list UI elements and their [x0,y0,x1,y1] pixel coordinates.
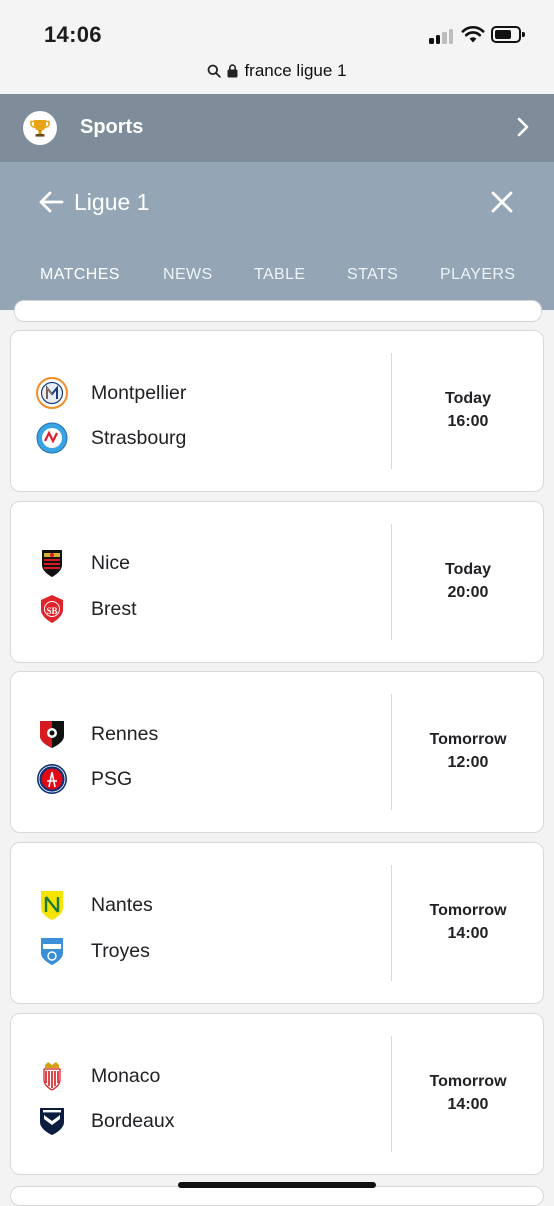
team-name: Nantes [91,893,153,916]
sports-bar[interactable]: Sports [0,94,554,162]
team-name: PSG [91,767,133,790]
match-time: Tomorrow 14:00 [393,1070,543,1116]
match-time: Today 20:00 [393,558,543,604]
team-name: Montpellier [91,381,187,404]
match-day: Today [445,561,491,578]
status-time: 14:06 [44,22,102,47]
league-title: Ligue 1 [74,189,150,215]
troyes-logo-icon [35,934,69,968]
team-name: Bordeaux [91,1109,175,1132]
match-kickoff: 12:00 [447,754,489,771]
card-divider [391,524,392,640]
previous-match-card[interactable] [14,300,542,322]
away-team: PSG [35,761,375,797]
home-team: Nice [35,545,375,581]
card-divider [391,353,392,469]
svg-text:SB: SB [46,606,57,616]
home-indicator[interactable] [178,1182,376,1188]
team-name: Brest [91,597,137,620]
home-team: Rennes [35,716,375,752]
away-team: Strasbourg [35,420,375,456]
home-team: Montpellier [35,375,375,411]
home-team: Nantes [35,887,375,923]
nantes-logo-icon [35,888,69,922]
match-card[interactable]: Nice SB Brest Today 20:00 [10,501,544,663]
card-divider [391,1036,392,1152]
psg-logo-icon [35,762,69,796]
match-kickoff: 20:00 [447,584,489,601]
team-name: Monaco [91,1064,161,1087]
wifi-icon [461,25,485,43]
match-kickoff: 14:00 [447,1096,489,1113]
strasbourg-logo-icon [35,421,69,455]
team-name: Nice [91,551,131,574]
tab-matches[interactable]: MATCHES [40,266,120,284]
trophy-icon [23,111,57,145]
match-card[interactable]: Rennes PSG Tomorrow 12:00 [10,671,544,833]
card-divider [391,865,392,981]
match-card[interactable]: Montpellier Strasbourg Today 16:00 [10,330,544,492]
tab-news[interactable]: NEWS [163,266,213,284]
sports-title: Sports [80,116,144,138]
league-header: Ligue 1 MATCHES NEWS TABLE STATS PLAYERS [0,162,554,310]
match-card[interactable]: Nantes Troyes Tomorrow 14:00 [10,842,544,1004]
match-day: Tomorrow [429,1073,507,1090]
monaco-logo-icon [35,1059,69,1093]
chevron-right-icon[interactable] [516,116,530,138]
battery-icon [491,26,525,43]
url-text: france ligue 1 [244,61,347,80]
match-kickoff: 14:00 [447,925,489,942]
match-time: Today 16:00 [393,387,543,433]
team-name: Strasbourg [91,426,187,449]
back-arrow-icon[interactable] [38,190,64,214]
tab-table[interactable]: TABLE [254,266,306,284]
match-time: Tomorrow 12:00 [393,728,543,774]
match-day: Tomorrow [429,731,507,748]
tab-stats[interactable]: STATS [347,266,398,284]
match-card[interactable]: Monaco Bordeaux Tomorrow 14:00 [10,1013,544,1175]
bordeaux-logo-icon [35,1104,69,1138]
home-team: Monaco [35,1058,375,1094]
cellular-signal-icon [429,28,455,44]
url-bar[interactable]: france ligue 1 [0,58,554,94]
match-day: Tomorrow [429,902,507,919]
rennes-logo-icon [35,717,69,751]
montpellier-logo-icon [35,376,69,410]
nice-logo-icon [35,546,69,580]
team-name: Rennes [91,722,159,745]
away-team: SB Brest [35,591,375,627]
away-team: Bordeaux [35,1103,375,1139]
match-time: Tomorrow 14:00 [393,899,543,945]
away-team: Troyes [35,933,375,969]
match-kickoff: 16:00 [447,413,489,430]
match-day: Today [445,390,491,407]
next-match-card[interactable] [10,1186,544,1206]
card-divider [391,694,392,810]
brest-logo-icon: SB [35,592,69,626]
search-icon [208,64,222,78]
status-bar: 14:06 [0,0,554,58]
team-name: Troyes [91,939,150,962]
tab-players[interactable]: PLAYERS [440,266,515,284]
lock-icon [227,64,238,78]
close-icon[interactable] [490,190,514,214]
